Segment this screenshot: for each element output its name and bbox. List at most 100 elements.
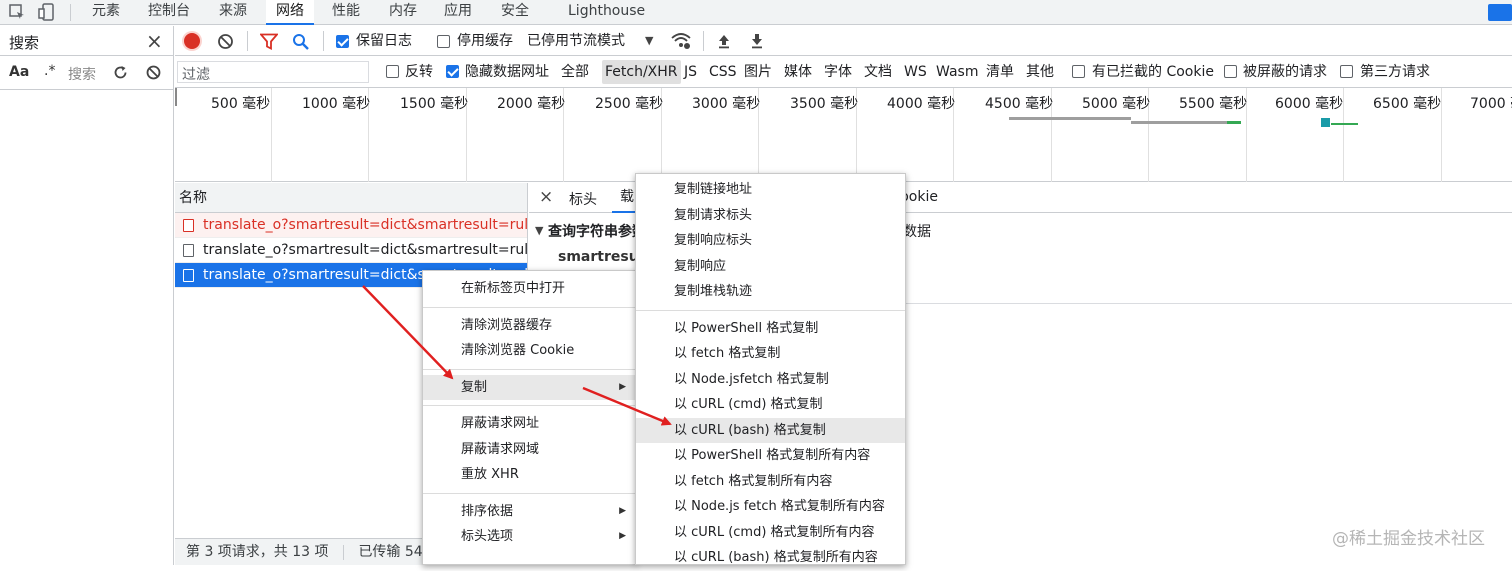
menu-item-copy-as-curl-cmd[interactable]: 以 cURL (cmd) 格式复制: [636, 392, 905, 418]
tab-elements[interactable]: 元素: [92, 0, 120, 25]
table-row[interactable]: translate_o?smartresult=dict&smartresult…: [175, 213, 527, 238]
third-party-checkbox[interactable]: [1340, 65, 1353, 78]
menu-item-replay-xhr[interactable]: 重放 XHR: [423, 462, 636, 488]
table-row[interactable]: translate_o?smartresult=dict&smartresult…: [175, 238, 527, 263]
menu-item-block-request-url[interactable]: 屏蔽请求网址: [423, 411, 636, 437]
menu-item-copy-all-as-nodejs-fetch[interactable]: 以 Node.js fetch 格式复制所有内容: [636, 494, 905, 520]
tab-lighthouse[interactable]: Lighthouse: [568, 0, 645, 25]
tab-console[interactable]: 控制台: [148, 0, 190, 25]
type-filter-css[interactable]: CSS: [709, 63, 737, 81]
clear-search-icon[interactable]: [145, 64, 162, 81]
menu-item-copy-all-as-fetch[interactable]: 以 fetch 格式复制所有内容: [636, 469, 905, 495]
timeline-overview[interactable]: 500 毫秒 1000 毫秒 1500 毫秒 2000 毫秒 2500 毫秒 3…: [175, 88, 1512, 182]
refresh-icon[interactable]: [112, 64, 129, 81]
search-icon[interactable]: [292, 33, 310, 51]
search-input[interactable]: 搜索: [68, 64, 96, 84]
invert-checkbox[interactable]: [386, 65, 399, 78]
request-bar: [1131, 121, 1227, 124]
filter-bar: 过滤 反转 隐藏数据网址 全部 Fetch/XHR JS CSS 图片 媒体 字…: [175, 57, 1512, 88]
type-filter-fetch-xhr[interactable]: Fetch/XHR: [602, 60, 681, 84]
issues-badge-icon[interactable]: [1488, 4, 1512, 21]
timeline-tick-label: 4500 毫秒: [985, 96, 1054, 112]
throttling-select[interactable]: 已停用节流模式: [527, 32, 625, 50]
type-filter-all[interactable]: 全部: [561, 63, 589, 81]
chevron-down-icon[interactable]: ▼: [645, 34, 653, 47]
tab-memory[interactable]: 内存: [389, 0, 417, 25]
network-conditions-icon[interactable]: [671, 32, 691, 50]
hide-data-urls-label: 隐藏数据网址: [465, 64, 549, 80]
preserve-log-checkbox[interactable]: [336, 35, 349, 48]
menu-item-copy-all-as-powershell[interactable]: 以 PowerShell 格式复制所有内容: [636, 443, 905, 469]
close-details-icon[interactable]: ×: [539, 187, 553, 207]
section-query-params[interactable]: 查询字符串参数: [548, 221, 636, 241]
menu-separator: [423, 306, 636, 308]
request-name: translate_o?smartresult=dict&smartresult…: [203, 242, 527, 258]
menu-item-copy-as-nodejs-fetch[interactable]: 以 Node.jsfetch 格式复制: [636, 367, 905, 393]
copy-submenu: 复制链接地址 复制请求标头 复制响应标头 复制响应 复制堆栈轨迹 以 Power…: [635, 173, 906, 565]
menu-item-copy-stack-trace[interactable]: 复制堆栈轨迹: [636, 279, 905, 305]
timeline-tick-label: 5000 毫秒: [1082, 96, 1151, 112]
type-filter-ws[interactable]: WS: [904, 63, 927, 81]
menu-item-copy-request-headers[interactable]: 复制请求标头: [636, 203, 905, 229]
blocked-cookies-checkbox[interactable]: [1072, 65, 1085, 78]
type-filter-wasm[interactable]: Wasm: [936, 63, 978, 81]
menu-separator: [423, 405, 636, 406]
export-har-icon[interactable]: [749, 33, 765, 49]
timeline-gridline: [271, 88, 272, 182]
view-source-label[interactable]: 数据: [903, 221, 931, 241]
menu-item-open-in-new-tab[interactable]: 在新标签页中打开: [423, 276, 636, 302]
tab-headers[interactable]: 标头: [569, 189, 597, 209]
type-filter-other[interactable]: 其他: [1026, 63, 1054, 81]
menu-item-copy-link-address[interactable]: 复制链接地址: [636, 177, 905, 203]
menu-item-header-options[interactable]: 标头选项 ▶: [423, 524, 636, 550]
type-filter-doc[interactable]: 文档: [864, 63, 892, 81]
menu-item-block-request-domain[interactable]: 屏蔽请求网域: [423, 437, 636, 463]
type-filter-img[interactable]: 图片: [744, 63, 772, 81]
tab-application[interactable]: 应用: [444, 0, 472, 25]
filter-placeholder: 过滤: [182, 67, 210, 83]
tab-performance[interactable]: 性能: [332, 0, 360, 25]
triangle-down-icon[interactable]: ▼: [535, 224, 543, 237]
record-icon[interactable]: [184, 33, 200, 49]
menu-item-copy[interactable]: 复制 ▶: [423, 374, 636, 400]
disable-cache-checkbox[interactable]: [437, 35, 450, 48]
type-filter-js[interactable]: JS: [684, 63, 697, 81]
device-toolbar-icon[interactable]: [38, 3, 56, 21]
menu-item-copy-all-as-curl-cmd[interactable]: 以 cURL (cmd) 格式复制所有内容: [636, 520, 905, 546]
close-icon[interactable]: ×: [146, 29, 163, 53]
blocked-requests-label: 被屏蔽的请求: [1243, 64, 1327, 80]
menu-item-copy-response[interactable]: 复制响应: [636, 254, 905, 280]
menu-item-copy-all-as-curl-bash[interactable]: 以 cURL (bash) 格式复制所有内容: [636, 545, 905, 571]
column-header-name[interactable]: 名称: [175, 183, 527, 213]
context-menu: 在新标签页中打开 清除浏览器缓存 清除浏览器 Cookie 复制 ▶ 屏蔽请求网…: [422, 270, 637, 565]
tab-security[interactable]: 安全: [501, 0, 529, 25]
timeline-tick-label: 1000 毫秒: [302, 96, 371, 112]
blocked-requests-checkbox[interactable]: [1224, 65, 1237, 78]
request-bar: [1009, 117, 1131, 120]
menu-item-sort-by[interactable]: 排序依据 ▶: [423, 499, 636, 525]
type-filter-media[interactable]: 媒体: [784, 63, 812, 81]
timeline-tick-label: 4000 毫秒: [887, 96, 956, 112]
menu-item-clear-cookies[interactable]: 清除浏览器 Cookie: [423, 338, 636, 364]
menu-item-copy-response-headers[interactable]: 复制响应标头: [636, 228, 905, 254]
import-har-icon[interactable]: [716, 33, 732, 49]
inspect-element-icon[interactable]: [8, 3, 26, 21]
regex-button[interactable]: .*: [44, 63, 55, 79]
menu-item-copy-as-powershell[interactable]: 以 PowerShell 格式复制: [636, 316, 905, 342]
divider: [342, 544, 344, 560]
menu-item-copy-as-curl-bash[interactable]: 以 cURL (bash) 格式复制: [636, 417, 905, 443]
disable-cache-label: 停用缓存: [457, 33, 513, 49]
clear-icon[interactable]: [217, 33, 234, 50]
tab-network[interactable]: 网络: [266, 0, 314, 25]
type-filter-font[interactable]: 字体: [824, 63, 852, 81]
menu-item-clear-cache[interactable]: 清除浏览器缓存: [423, 313, 636, 339]
match-case-button[interactable]: Aa: [9, 64, 29, 80]
type-filter-manifest[interactable]: 清单: [986, 63, 1014, 81]
filter-input[interactable]: 过滤: [177, 61, 369, 83]
menu-item-copy-as-fetch[interactable]: 以 fetch 格式复制: [636, 341, 905, 367]
timeline-tick-label: 2500 毫秒: [595, 96, 664, 112]
filter-icon[interactable]: [260, 33, 278, 50]
hide-data-urls-checkbox[interactable]: [446, 65, 459, 78]
tab-sources[interactable]: 来源: [219, 0, 247, 25]
timeline-tick-label: 500 毫秒: [211, 96, 271, 112]
